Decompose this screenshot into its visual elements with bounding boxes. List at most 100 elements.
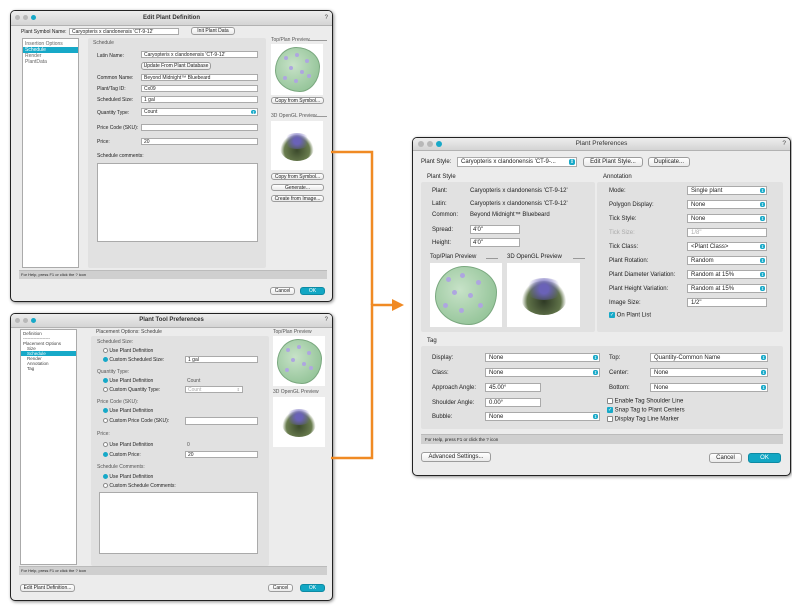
price-field[interactable]: 20 [141,138,258,145]
tick-style-select[interactable]: None ⇕ [687,214,767,223]
bottom-select[interactable]: None ⇕ [650,383,768,392]
tick-style-label: Tick Style: [609,216,637,222]
custom-price-code-radio[interactable]: Custom Price Code (SKU): [103,418,169,424]
cancel-button[interactable]: Cancel [709,453,742,463]
polygon-display-select[interactable]: None ⇕ [687,200,767,209]
sidebar-item-insertion-options[interactable]: Insertion Options [23,39,78,47]
diameter-variation-select[interactable]: Random at 15% ⇕ [687,270,767,279]
custom-price-field[interactable]: 20 [185,451,258,458]
custom-qty-select[interactable]: Count ⇕ [185,386,243,393]
on-plant-list-checkbox[interactable]: ✓ On Plant List [609,312,651,319]
flower-dot [305,59,309,63]
copy-from-symbol-3d-button[interactable]: Copy from Symbol... [271,173,324,180]
schedule-comments-textarea[interactable] [97,163,258,242]
help-icon[interactable]: ? [325,11,328,25]
connector-line-bottom [331,303,393,460]
image-size-field[interactable]: 1/2" [687,298,767,307]
use-definition-qty-radio[interactable]: Use Plant Definition [103,378,153,384]
use-definition-comments-radio[interactable]: Use Plant Definition [103,474,153,480]
use-definition-size-radio[interactable]: Use Plant Definition [103,348,153,354]
display-marker-checkbox[interactable]: Display Tag Line Marker [607,416,679,423]
mode-select[interactable]: Single plant ⇕ [687,186,767,195]
common-name-field[interactable]: Beyond Midnight™ Bluebeard [141,74,258,81]
height-field[interactable]: 4'0" [470,238,520,247]
scheduled-size-label: Scheduled Size: [97,97,134,103]
custom-size-radio[interactable]: Custom Scheduled Size: [103,357,164,363]
help-icon[interactable]: ? [782,138,786,150]
class-select[interactable]: None ⇕ [485,368,600,377]
ok-button[interactable]: OK [748,453,781,463]
zoom-window-button[interactable] [31,15,36,20]
init-plant-data-button[interactable]: Init Plant Data [191,27,235,35]
custom-comments-radio[interactable]: Custom Schedule Comments: [103,483,176,489]
ok-button[interactable]: OK [300,287,325,295]
connector-line-top [331,150,374,305]
minimize-window-button[interactable] [23,318,28,323]
custom-comments-textarea[interactable] [99,492,258,554]
tick-class-select[interactable]: <Plant Class> ⇕ [687,242,767,251]
close-window-button[interactable] [15,318,20,323]
bubble-select[interactable]: None ⇕ [485,412,600,421]
display-select[interactable]: None ⇕ [485,353,600,362]
top-select[interactable]: Quantity-Common Name ⇕ [650,353,768,362]
cancel-button[interactable]: Cancel [270,287,295,295]
price-heading: Price: [97,431,110,437]
price-code-field[interactable] [141,124,258,131]
quantity-type-select[interactable]: Count ⇕ [141,108,258,116]
minimize-window-button[interactable] [23,15,28,20]
flower-dot [309,366,313,370]
close-window-button[interactable] [15,15,20,20]
center-select[interactable]: None ⇕ [650,368,768,377]
advanced-settings-button[interactable]: Advanced Settings... [421,452,491,462]
help-icon[interactable]: ? [325,314,328,327]
custom-price-code-field[interactable] [185,417,258,425]
copy-from-symbol-button[interactable]: Copy from Symbol... [271,97,324,104]
sidebar-item-plantdata[interactable]: PlantData [23,59,78,65]
flower-dot [300,70,304,74]
spread-field[interactable]: 4'0" [470,225,520,234]
custom-size-field[interactable]: 1 gal [185,356,258,363]
tick-style-value: None [691,216,706,222]
duplicate-button[interactable]: Duplicate... [648,157,690,167]
flower-dot [289,66,293,70]
create-from-image-button[interactable]: Create from Image... [271,195,324,202]
display-label: Display: [432,355,454,361]
use-definition-price-code-radio[interactable]: Use Plant Definition [103,408,153,414]
zoom-window-button[interactable] [31,318,36,323]
radio-label: Use Plant Definition [109,348,154,354]
tick-size-field[interactable]: 1/8" [687,228,767,237]
sidebar-item-tag[interactable]: Tag [21,366,76,371]
plant-symbol-field[interactable]: Caryopteris x clandonensis 'CT-9-12' [69,28,179,35]
edit-plant-definition-button[interactable]: Edit Plant Definition... [20,584,75,592]
mode-value: Single plant [691,188,723,194]
chevron-updown-icon: ⇕ [251,110,256,115]
height-variation-select[interactable]: Random at 15% ⇕ [687,284,767,293]
latin-name-field[interactable]: Caryopteris x clandonensis 'CT-9-12' [141,51,258,58]
custom-price-radio[interactable]: Custom Price: [103,452,141,458]
minimize-window-button[interactable] [427,141,433,147]
snap-tag-checkbox[interactable]: ✓ Snap Tag to Plant Centers [607,407,685,414]
shoulder-angle-field[interactable]: 0.00° [485,398,541,407]
update-from-database-button[interactable]: Update From Plant Database [141,62,211,70]
tick-size-label: Tick Size: [609,230,635,236]
plant-style-select[interactable]: Caryopteris x clandonensis 'CT-9-... ⇕ [457,157,577,167]
cancel-button[interactable]: Cancel [268,584,293,592]
use-definition-price-radio[interactable]: Use Plant Definition [103,442,153,448]
scheduled-size-field[interactable]: 1 gal [141,96,258,103]
approach-angle-field[interactable]: 45.00° [485,383,541,392]
close-window-button[interactable] [418,141,424,147]
custom-qty-radio[interactable]: Custom Quantity Type: [103,387,160,393]
plant-rotation-select[interactable]: Random ⇕ [687,256,767,265]
ok-button[interactable]: OK [300,584,325,592]
diameter-variation-label: Plant Diameter Variation: [609,272,676,278]
enable-shoulder-checkbox[interactable]: Enable Tag Shoulder Line [607,398,683,405]
radio-on-icon [103,452,108,458]
zoom-window-button[interactable] [436,141,442,147]
common-label: Common: [432,212,459,218]
flower-dot [294,79,298,83]
diameter-variation-value: Random at 15% [691,272,735,278]
tag-id-field[interactable]: Cx09 [141,85,258,92]
edit-plant-style-button[interactable]: Edit Plant Style... [583,157,643,167]
window-title: Edit Plant Definition [143,15,200,21]
generate-button[interactable]: Generate... [271,184,324,191]
